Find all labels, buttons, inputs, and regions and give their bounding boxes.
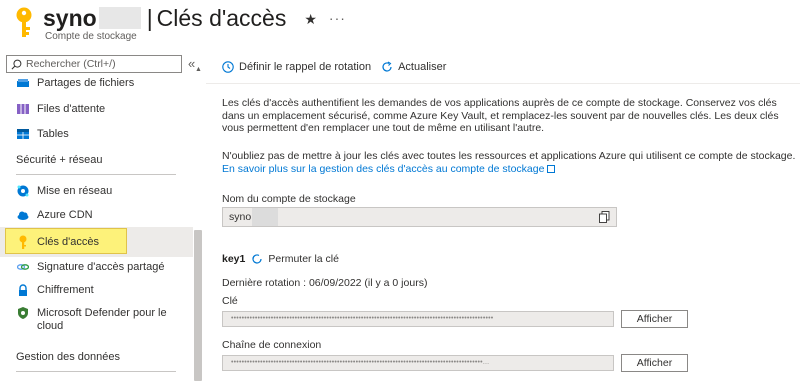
key1-name: key1 xyxy=(222,253,246,265)
refresh-icon xyxy=(382,61,392,72)
toolbar-divider xyxy=(206,83,800,84)
show-key-button[interactable]: Afficher xyxy=(621,310,688,328)
rotate-icon xyxy=(252,254,262,264)
sidebar-item-label: Chiffrement xyxy=(37,284,94,296)
sidebar-item-label: Partages de fichiers xyxy=(37,77,135,89)
resource-name: syno xyxy=(43,5,97,31)
sidebar-item-access-keys[interactable]: Clés d'accès xyxy=(0,227,193,257)
page-name: Clés d'accès xyxy=(156,5,287,31)
more-icon[interactable]: ··· xyxy=(329,10,346,26)
connection-string-field[interactable]: ••••••••••••••••••••••••••••••••••••••••… xyxy=(222,355,614,371)
section-security-network: Sécurité + réseau xyxy=(16,154,103,166)
section-divider xyxy=(16,174,176,175)
page-header: syno | Clés d'accès ★ ··· Compte de stoc… xyxy=(0,0,800,48)
networking-icon xyxy=(17,185,29,197)
copy-icon[interactable] xyxy=(599,211,610,223)
set-rotation-reminder-button[interactable]: Définir le rappel de rotation xyxy=(222,61,371,73)
sidebar: Rechercher (Ctrl+/) « ▲ Partages de fich… xyxy=(0,52,205,381)
sidebar-item-shared-access-signature[interactable]: Signature d'accès partagé xyxy=(0,255,193,279)
scroll-up-icon[interactable]: ▲ xyxy=(195,66,202,73)
sidebar-item-azure-cdn[interactable]: Azure CDN xyxy=(0,203,193,227)
section-divider xyxy=(16,371,176,372)
tables-icon xyxy=(17,128,29,140)
sidebar-item-label: Mise en réseau xyxy=(37,185,113,197)
queues-icon xyxy=(17,103,29,115)
reminder-block: N'oubliez pas de mettre à jour les clés … xyxy=(222,150,796,175)
sidebar-item-label: Signature d'accès partagé xyxy=(37,261,165,273)
file-shares-icon xyxy=(17,77,29,89)
section-data-management: Gestion des données xyxy=(16,351,120,363)
sidebar-item-label: Microsoft Defender pour le cloud xyxy=(37,307,167,333)
redacted-name xyxy=(98,7,141,29)
redacted-account-suffix xyxy=(252,208,279,226)
key-icon xyxy=(17,235,29,249)
account-name-value: syno xyxy=(229,211,252,223)
sidebar-item-file-shares[interactable]: Partages de fichiers xyxy=(0,74,193,92)
cdn-cloud-icon xyxy=(17,209,29,221)
sidebar-item-label: Azure CDN xyxy=(37,209,93,221)
scrollbar-thumb[interactable] xyxy=(194,230,202,381)
shield-icon xyxy=(17,307,29,319)
key1-header: key1 Permuter la clé xyxy=(222,253,339,265)
refresh-button[interactable]: Actualiser xyxy=(381,61,446,73)
defender-label-line1: Microsoft Defender pour le xyxy=(37,307,167,319)
main-content: Définir le rappel de rotation Actualiser… xyxy=(206,52,800,381)
last-rotation-text: Dernière rotation : 06/09/2022 (il y a 0… xyxy=(222,277,428,289)
key-value-field[interactable]: ••••••••••••••••••••••••••••••••••••••••… xyxy=(222,311,614,327)
sidebar-item-label: Tables xyxy=(37,128,69,140)
refresh-label: Actualiser xyxy=(398,61,447,73)
reminder-text: N'oubliez pas de mettre à jour les clés … xyxy=(222,150,796,162)
clock-icon xyxy=(222,61,234,73)
show-connection-string-button[interactable]: Afficher xyxy=(621,354,688,372)
sidebar-item-tables[interactable]: Tables xyxy=(0,122,193,146)
sidebar-item-label: Clés d'accès xyxy=(37,236,100,248)
page-title: syno | Clés d'accès ★ ··· xyxy=(43,4,346,34)
key-label: Clé xyxy=(222,295,238,307)
resource-type: Compte de stockage xyxy=(45,31,137,42)
lock-icon xyxy=(17,284,29,296)
key-vault-logo-icon xyxy=(16,7,32,37)
search-icon xyxy=(11,59,22,69)
learn-more-link[interactable]: En savoir plus sur la gestion des clés d… xyxy=(222,162,556,175)
command-bar: Définir le rappel de rotation Actualiser xyxy=(222,61,456,73)
sidebar-item-queues[interactable]: Files d'attente xyxy=(0,97,193,121)
sidebar-item-networking[interactable]: Mise en réseau xyxy=(0,179,193,203)
sidebar-item-defender[interactable]: Microsoft Defender pour le cloud xyxy=(0,304,193,336)
title-separator: | xyxy=(146,5,153,31)
defender-label-line2: cloud xyxy=(37,320,64,332)
description-text: Les clés d'accès authentifient les deman… xyxy=(222,97,779,134)
search-placeholder: Rechercher (Ctrl+/) xyxy=(26,58,116,70)
rotate-key-button[interactable]: Permuter la clé xyxy=(268,253,339,265)
learn-more-link-label: En savoir plus sur la gestion des clés d… xyxy=(222,162,545,175)
sidebar-item-label: Files d'attente xyxy=(37,103,106,115)
search-input[interactable]: Rechercher (Ctrl+/) xyxy=(6,55,182,73)
sidebar-item-encryption[interactable]: Chiffrement xyxy=(0,278,193,302)
account-name-label: Nom du compte de stockage xyxy=(222,193,356,205)
connection-string-label: Chaîne de connexion xyxy=(222,339,322,351)
star-icon[interactable]: ★ xyxy=(304,11,317,28)
account-name-field: syno xyxy=(222,207,617,227)
set-rotation-reminder-label: Définir le rappel de rotation xyxy=(239,61,372,73)
link-icon xyxy=(17,261,29,273)
external-link-icon xyxy=(547,164,556,173)
